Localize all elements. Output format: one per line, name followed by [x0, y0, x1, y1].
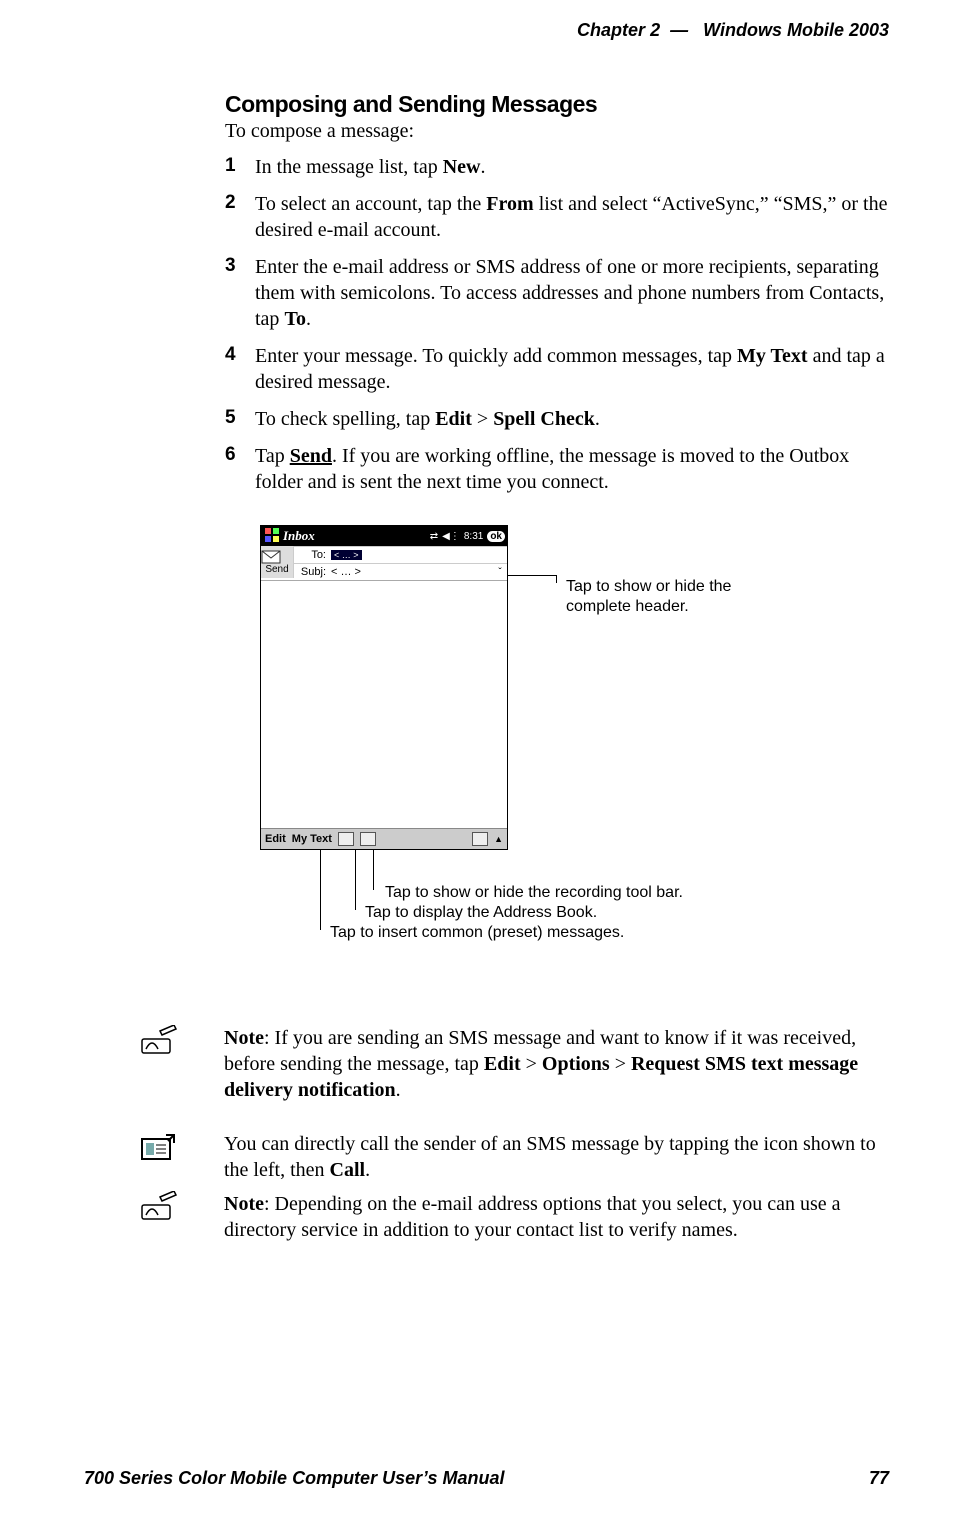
- step-text: Enter the e-mail address or SMS address …: [255, 256, 884, 330]
- volume-icon[interactable]: ◀⋮: [442, 531, 460, 542]
- section-title: Composing and Sending Messages: [225, 91, 889, 118]
- callout-recording: Tap to show or hide the recording tool b…: [385, 883, 683, 903]
- step-number: 5: [225, 406, 236, 431]
- clock-text: 8:31: [464, 531, 483, 542]
- device-screenshot: Inbox ⇄ ◀⋮ 8:31 ok Send To: < … >: [260, 525, 508, 850]
- ok-button[interactable]: ok: [487, 531, 505, 542]
- step-number: 6: [225, 443, 236, 468]
- step-text: In the message list, tap New.: [255, 156, 486, 178]
- device-bottombar: Edit My Text ▲: [261, 828, 507, 849]
- device-figure: Inbox ⇄ ◀⋮ 8:31 ok Send To: < … >: [260, 525, 890, 965]
- footer-left: 700 Series Color Mobile Computer User’s …: [84, 1468, 504, 1489]
- callout-preset: Tap to insert common (preset) messages.: [330, 923, 624, 943]
- note-text: You can directly call the sender of an S…: [224, 1131, 889, 1183]
- to-value[interactable]: < … >: [331, 550, 362, 560]
- keyboard-up-icon[interactable]: ▲: [494, 834, 503, 844]
- step-text: To check spelling, tap Edit > Spell Chec…: [255, 408, 600, 430]
- note-3: Note: Depending on the e-mail address op…: [140, 1191, 889, 1243]
- note-icon: [140, 1025, 194, 1057]
- note-1: Note: If you are sending an SMS message …: [140, 1025, 889, 1103]
- title-right: ⇄ ◀⋮ 8:31 ok: [430, 531, 505, 542]
- running-header: Chapter 2 — Windows Mobile 2003: [140, 20, 889, 41]
- mytext-menu[interactable]: My Text: [292, 833, 332, 845]
- step-text: Enter your message. To quickly add commo…: [255, 345, 885, 393]
- envelope-icon: [261, 550, 281, 564]
- note-pencil-icon: [140, 1191, 180, 1223]
- message-body[interactable]: [261, 581, 507, 827]
- header-dash: —: [670, 20, 688, 40]
- device-titlebar: Inbox ⇄ ◀⋮ 8:31 ok: [261, 526, 507, 546]
- app-title: Inbox: [281, 528, 430, 544]
- send-button[interactable]: Send: [261, 546, 294, 578]
- step-text: Tap Send. If you are working offline, th…: [255, 445, 849, 493]
- header-product: Windows Mobile 2003: [703, 20, 889, 40]
- step-number: 1: [225, 154, 236, 179]
- page-footer: 700 Series Color Mobile Computer User’s …: [84, 1468, 889, 1489]
- leader-line: [355, 850, 356, 910]
- note-text: Note: Depending on the e-mail address op…: [224, 1191, 889, 1243]
- step-number: 2: [225, 191, 236, 216]
- connectivity-icon[interactable]: ⇄: [430, 531, 438, 542]
- compose-header: Send To: < … > Subj: < … > ˇ: [261, 546, 507, 581]
- leader-line: [373, 850, 374, 890]
- note-pencil-icon: [140, 1025, 180, 1057]
- callout-header-toggle: Tap to show or hide the complete header.: [566, 577, 786, 617]
- note-icon: [140, 1191, 194, 1223]
- sms-card-icon: [140, 1131, 194, 1163]
- edit-menu[interactable]: Edit: [265, 833, 286, 845]
- note-text: Note: If you are sending an SMS message …: [224, 1025, 889, 1103]
- chapter-number: 2: [650, 20, 660, 40]
- header-toggle-chevron-icon[interactable]: ˇ: [493, 567, 507, 578]
- leader-line: [320, 850, 321, 930]
- step-1: 1 In the message list, tap New.: [225, 154, 889, 180]
- leader-line: [556, 575, 557, 583]
- step-3: 3 Enter the e-mail address or SMS addres…: [225, 254, 889, 332]
- recording-toolbar-icon[interactable]: [360, 832, 376, 846]
- note-2: You can directly call the sender of an S…: [140, 1131, 889, 1183]
- step-5: 5 To check spelling, tap Edit > Spell Ch…: [225, 406, 889, 432]
- subj-value[interactable]: < … >: [329, 566, 493, 578]
- steps-list: 1 In the message list, tap New. 2 To sel…: [225, 154, 889, 495]
- chapter-label: Chapter: [577, 20, 645, 40]
- step-number: 4: [225, 343, 236, 368]
- start-flag-icon[interactable]: [263, 528, 281, 545]
- step-6: 6 Tap Send. If you are working offline, …: [225, 443, 889, 495]
- subj-label: Subj:: [294, 566, 329, 578]
- callout-address-book: Tap to display the Address Book.: [365, 903, 597, 923]
- section-intro: To compose a message:: [225, 120, 889, 143]
- footer-page-number: 77: [869, 1468, 889, 1489]
- step-text: To select an account, tap the From list …: [255, 193, 888, 241]
- to-row[interactable]: To: < … >: [294, 546, 507, 563]
- keyboard-icon[interactable]: [472, 832, 488, 846]
- page: Chapter 2 — Windows Mobile 2003 Composin…: [0, 0, 973, 1519]
- subj-row[interactable]: Subj: < … > ˇ: [294, 563, 507, 580]
- address-book-icon[interactable]: [338, 832, 354, 846]
- step-4: 4 Enter your message. To quickly add com…: [225, 343, 889, 395]
- send-label: Send: [261, 564, 293, 575]
- step-number: 3: [225, 254, 236, 279]
- step-2: 2 To select an account, tap the From lis…: [225, 191, 889, 243]
- leader-line: [508, 575, 556, 576]
- to-label: To:: [294, 549, 329, 561]
